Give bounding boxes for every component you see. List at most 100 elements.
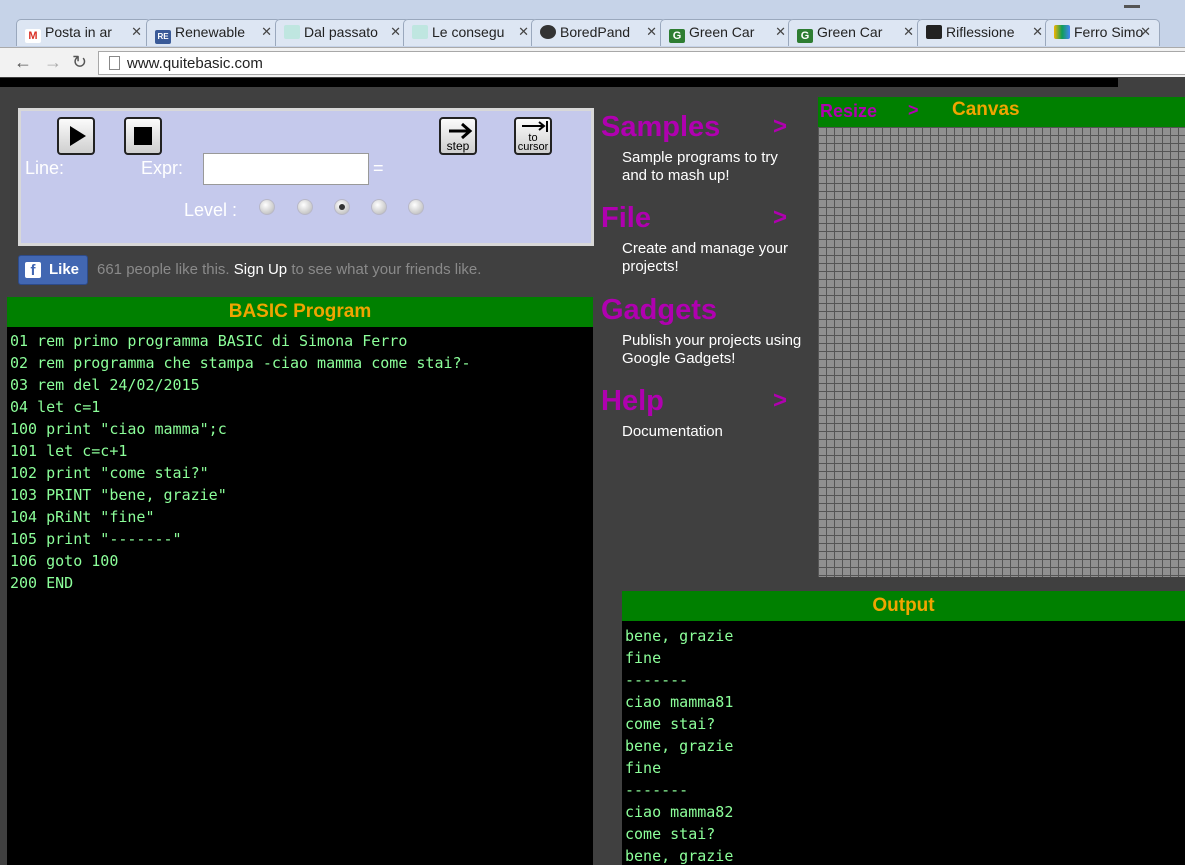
back-arrow-icon[interactable]: ← bbox=[14, 52, 32, 73]
tab-renewable[interactable]: RE Renewable ✕ bbox=[146, 19, 281, 46]
tab-title: BoredPand bbox=[560, 24, 631, 40]
canvas-title: Canvas bbox=[952, 99, 1020, 120]
output-line: come stai? bbox=[625, 825, 716, 843]
close-tab-icon[interactable]: ✕ bbox=[518, 24, 529, 40]
level-label: Level : bbox=[184, 200, 238, 220]
tab-dal-passato[interactable]: Dal passato ✕ bbox=[275, 19, 410, 46]
tab-title: Green Car bbox=[689, 24, 755, 40]
run-button[interactable] bbox=[57, 117, 95, 155]
resize-link[interactable]: Resize bbox=[820, 101, 877, 122]
tab-le-conseguenze[interactable]: Le consegu ✕ bbox=[403, 19, 538, 46]
close-tab-icon[interactable]: ✕ bbox=[390, 24, 401, 40]
program-header: BASIC Program bbox=[7, 297, 593, 327]
code-line[interactable]: 03 rem del 24/02/2015 bbox=[7, 374, 593, 396]
cursor-label: cursor bbox=[517, 141, 549, 153]
code-line[interactable]: 101 let c=c+1 bbox=[7, 440, 593, 462]
resize-arrow-icon[interactable]: > bbox=[908, 100, 919, 121]
run-to-cursor-button[interactable]: to cursor bbox=[514, 117, 552, 155]
gadgets-link[interactable]: Gadgets bbox=[601, 294, 717, 327]
code-line[interactable]: 02 rem programma che stampa -ciao mamma … bbox=[7, 352, 593, 374]
browser-toolbar: ← → ↻ www.quitebasic.com bbox=[0, 47, 1185, 77]
tab-title: Green Car bbox=[817, 24, 883, 40]
green-car-icon: G bbox=[797, 29, 813, 43]
help-arrow-icon[interactable]: > bbox=[773, 387, 787, 415]
code-line[interactable]: 01 rem primo programma BASIC di Simona F… bbox=[7, 330, 593, 352]
browser-tab-strip: M Posta in ar ✕ RE Renewable ✕ Dal passato ✕ … bbox=[0, 0, 1185, 47]
signup-link[interactable]: Sign Up bbox=[234, 261, 287, 278]
level-radio-3[interactable] bbox=[334, 199, 350, 215]
output-line: fine bbox=[625, 649, 662, 667]
re-icon: RE bbox=[155, 30, 171, 44]
step-arrow-icon bbox=[449, 122, 473, 140]
gadgets-description: Publish your projects using Google Gadge… bbox=[622, 332, 802, 367]
level-radio-1[interactable] bbox=[259, 199, 275, 215]
google-drive-icon bbox=[1054, 25, 1070, 39]
output-line: ------- bbox=[625, 781, 689, 799]
file-description: Create and manage your projects! bbox=[622, 240, 788, 275]
tab-boredpanda[interactable]: BoredPand ✕ bbox=[531, 19, 666, 46]
address-bar[interactable]: www.quitebasic.com bbox=[98, 51, 1185, 75]
code-line[interactable]: 102 print "come stai?" bbox=[7, 462, 593, 484]
tab-gmail[interactable]: M Posta in ar ✕ bbox=[16, 19, 151, 46]
help-link[interactable]: Help bbox=[601, 385, 664, 418]
close-tab-icon[interactable]: ✕ bbox=[646, 24, 657, 40]
file-arrow-icon[interactable]: > bbox=[773, 204, 787, 232]
expr-label: Expr: bbox=[141, 158, 184, 178]
level-radio-4[interactable] bbox=[371, 199, 387, 215]
canvas-header: Resize > Canvas bbox=[818, 97, 1185, 127]
output-line: bene, grazie bbox=[625, 627, 734, 645]
tab-title: Dal passato bbox=[304, 24, 378, 40]
like-suffix: to see what your friends like. bbox=[291, 261, 482, 278]
gmail-icon: M bbox=[25, 29, 41, 43]
tab-title: Posta in ar bbox=[45, 24, 112, 40]
tab-green-car-2[interactable]: G Green Car ✕ bbox=[788, 19, 923, 46]
stop-icon bbox=[134, 127, 152, 145]
close-tab-icon[interactable]: ✕ bbox=[775, 24, 786, 40]
samples-arrow-icon[interactable]: > bbox=[773, 113, 787, 141]
tab-ferro-simona[interactable]: Ferro Simo ✕ bbox=[1045, 19, 1160, 46]
stop-button[interactable] bbox=[124, 117, 162, 155]
code-line[interactable]: 105 print "-------" bbox=[7, 528, 593, 550]
output-header: Output bbox=[622, 591, 1185, 621]
close-tab-icon[interactable]: ✕ bbox=[1032, 24, 1043, 40]
output-line: bene, grazie bbox=[625, 847, 734, 865]
drawing-canvas[interactable] bbox=[818, 127, 1185, 577]
minimize-icon[interactable] bbox=[1124, 4, 1140, 8]
code-line[interactable]: 106 goto 100 bbox=[7, 550, 593, 572]
step-button[interactable]: step bbox=[439, 117, 477, 155]
code-line[interactable]: 200 END bbox=[7, 572, 593, 594]
tab-title: Riflessione bbox=[946, 24, 1015, 40]
tab-title: Renewable bbox=[175, 24, 246, 40]
facebook-icon: f bbox=[25, 262, 41, 279]
close-tab-icon[interactable]: ✕ bbox=[903, 24, 914, 40]
output-line: ciao mamma81 bbox=[625, 693, 734, 711]
file-link[interactable]: File bbox=[601, 202, 651, 235]
code-line[interactable]: 104 pRiNt "fine" bbox=[7, 506, 593, 528]
page-top-bar bbox=[0, 78, 1118, 87]
close-tab-icon[interactable]: ✕ bbox=[131, 24, 142, 40]
output-line: come stai? bbox=[625, 715, 716, 733]
debugger-panel: step to cursor Line: Expr: = Level : bbox=[18, 108, 594, 246]
tab-title: Le consegu bbox=[432, 24, 505, 40]
close-tab-icon[interactable]: ✕ bbox=[261, 24, 272, 40]
level-radio-5[interactable] bbox=[408, 199, 424, 215]
reload-icon[interactable]: ↻ bbox=[72, 52, 87, 73]
page-icon bbox=[412, 25, 428, 39]
output-line: ciao mamma82 bbox=[625, 803, 734, 821]
output-console: bene, grazie fine ------- ciao mamma81 c… bbox=[622, 621, 1185, 865]
program-editor[interactable]: 01 rem primo programma BASIC di Simona F… bbox=[7, 327, 593, 865]
close-tab-icon[interactable]: ✕ bbox=[1140, 24, 1151, 40]
code-line[interactable]: 04 let c=1 bbox=[7, 396, 593, 418]
tab-title: Ferro Simo bbox=[1074, 24, 1144, 40]
tab-riflessione[interactable]: Riflessione ✕ bbox=[917, 19, 1052, 46]
expr-input[interactable] bbox=[203, 153, 369, 185]
tab-green-car-1[interactable]: G Green Car ✕ bbox=[660, 19, 795, 46]
level-radio-2[interactable] bbox=[297, 199, 313, 215]
facebook-like-button[interactable]: f Like bbox=[18, 255, 88, 285]
like-label: Like bbox=[49, 261, 80, 278]
forward-arrow-icon[interactable]: → bbox=[44, 52, 62, 73]
code-line[interactable]: 100 print "ciao mamma";c bbox=[7, 418, 593, 440]
code-line[interactable]: 103 PRINT "bene, grazie" bbox=[7, 484, 593, 506]
samples-link[interactable]: Samples bbox=[601, 111, 720, 144]
output-line: bene, grazie bbox=[625, 737, 734, 755]
